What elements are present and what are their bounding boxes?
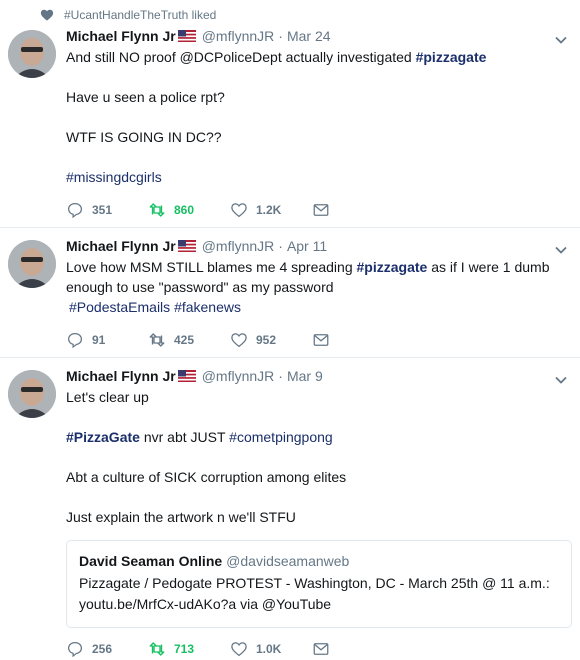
us-flag-icon (177, 30, 196, 42)
envelope-icon (313, 643, 329, 655)
hashtag-link[interactable]: #cometpingpong (229, 429, 333, 445)
quote-line: youtu.be/MrfCx-udAKo?a via @YouTube (79, 596, 332, 612)
hashtag-link[interactable]: #fakenews (174, 299, 241, 315)
reply-button[interactable]: 91 (66, 331, 148, 349)
author-name[interactable]: Michael Flynn Jr (66, 238, 176, 254)
timestamp[interactable]: Mar 24 (287, 28, 331, 44)
hashtag-link[interactable]: #pizzagate (357, 259, 428, 275)
avatar[interactable] (8, 370, 56, 418)
hashtag-link[interactable]: #PizzaGate (66, 429, 140, 445)
tweet-line: WTF IS GOING IN DC?? (66, 129, 222, 145)
tweet-text: Love how MSM STILL blames me 4 spreading… (66, 257, 556, 317)
retweet-count: 425 (174, 333, 195, 347)
tweet-line: #PodestaEmails #fakenews (66, 297, 556, 317)
dm-button[interactable] (312, 640, 338, 658)
reply-count: 91 (92, 333, 106, 347)
envelope-icon (313, 334, 329, 346)
hashtag-link[interactable]: #PodestaEmails (69, 299, 170, 315)
text-segment: nvr abt JUST (139, 429, 230, 445)
separator-dot: · (278, 368, 283, 384)
like-button[interactable]: 1.2K (230, 201, 312, 219)
like-button[interactable]: 1.0K (230, 640, 312, 658)
author-handle[interactable]: @mflynnJR (202, 238, 275, 254)
timestamp[interactable]: Mar 9 (287, 368, 323, 384)
tweet-text: Let's clear up #PizzaGate nvr abt JUST #… (66, 387, 556, 527)
envelope-icon (313, 204, 329, 216)
tweet-line: Abt a culture of SICK corruption among e… (66, 469, 347, 485)
quote-author-name: David Seaman Online (79, 553, 223, 569)
retweet-icon (149, 333, 165, 347)
tweet-header: Michael Flynn Jr @mflynnJR · Mar 24 (66, 28, 331, 44)
author-handle[interactable]: @mflynnJR (202, 28, 275, 44)
hashtag-link[interactable]: #pizzagate (416, 49, 487, 65)
chevron-down-icon[interactable] (554, 243, 568, 257)
retweet-button[interactable]: 425 (148, 331, 230, 349)
like-button[interactable]: 952 (230, 331, 312, 349)
tweet-header: Michael Flynn Jr @mflynnJR · Mar 9 (66, 368, 323, 384)
quote-header: David Seaman Online @davidseamanweb (79, 553, 559, 569)
tweet-line: #PizzaGate nvr abt JUST #cometpingpong (66, 427, 556, 447)
reply-icon (67, 202, 83, 219)
avatar[interactable] (8, 30, 56, 78)
quote-text: Pizzagate / Pedogate PROTEST - Washingto… (79, 573, 559, 615)
reply-icon (67, 332, 83, 349)
chevron-down-icon[interactable] (554, 33, 568, 47)
reply-count: 351 (92, 203, 113, 217)
reply-button[interactable]: 256 (66, 640, 148, 658)
like-count: 1.2K (256, 203, 282, 217)
retweet-icon (149, 203, 165, 217)
us-flag-icon (177, 370, 196, 382)
tweet[interactable]: Michael Flynn Jr @mflynnJR · Mar 24 And … (0, 0, 580, 228)
us-flag-icon (177, 240, 196, 252)
tweet-line: Love how MSM STILL blames me 4 spreading… (66, 257, 556, 277)
quote-line: Pizzagate / Pedogate PROTEST - Washingto… (79, 575, 550, 591)
chevron-down-icon[interactable] (554, 373, 568, 387)
dm-button[interactable] (312, 201, 338, 219)
like-count: 952 (256, 333, 277, 347)
text-segment: as if I were 1 dumb (427, 259, 550, 275)
retweet-icon (149, 642, 165, 656)
timestamp[interactable]: Apr 11 (287, 238, 327, 254)
retweet-button[interactable]: 860 (148, 201, 230, 219)
reply-button[interactable]: 351 (66, 201, 148, 219)
avatar[interactable] (8, 240, 56, 288)
tweet[interactable]: Michael Flynn Jr @mflynnJR · Apr 11 Love… (0, 228, 580, 358)
retweet-button[interactable]: 713 (148, 640, 230, 658)
separator-dot: · (278, 28, 283, 44)
tweet-actions: 351 860 1.2K (66, 200, 338, 220)
tweet-header: Michael Flynn Jr @mflynnJR · Apr 11 (66, 238, 327, 254)
author-name[interactable]: Michael Flynn Jr (66, 368, 176, 384)
reply-icon (67, 641, 83, 658)
text-segment: Love how MSM STILL blames me 4 spreading (66, 259, 357, 275)
quoted-tweet-card[interactable]: David Seaman Online @davidseamanweb Pizza… (66, 540, 572, 628)
tweet-text: And still NO proof @DCPoliceDept actuall… (66, 47, 556, 187)
retweet-count: 713 (174, 642, 195, 656)
tweet-actions: 256 713 1.0K (66, 639, 338, 659)
separator-dot: · (278, 238, 283, 254)
tweet-line: Have u seen a police rpt? (66, 89, 225, 105)
reply-count: 256 (92, 642, 113, 656)
like-count: 1.0K (256, 642, 282, 656)
heart-outline-icon (231, 333, 247, 348)
tweet-line: Just explain the artwork n we'll STFU (66, 509, 296, 525)
retweet-count: 860 (174, 203, 195, 217)
tweet-line: enough to use "password" as my password (66, 279, 334, 295)
tweet-line: And still NO proof @DCPoliceDept actuall… (66, 47, 556, 67)
hashtag-link[interactable]: #missingdcgirls (66, 167, 556, 187)
dm-button[interactable] (312, 331, 338, 349)
heart-outline-icon (231, 203, 247, 218)
quote-author-handle: @davidseamanweb (226, 553, 350, 569)
tweet-line: Let's clear up (66, 389, 149, 405)
author-name[interactable]: Michael Flynn Jr (66, 28, 176, 44)
author-handle[interactable]: @mflynnJR (202, 368, 275, 384)
tweet[interactable]: Michael Flynn Jr @mflynnJR · Mar 9 Let's… (0, 358, 580, 660)
heart-outline-icon (231, 642, 247, 657)
text-segment: And still NO proof @DCPoliceDept actuall… (66, 49, 416, 65)
tweet-actions: 91 425 952 (66, 330, 338, 350)
